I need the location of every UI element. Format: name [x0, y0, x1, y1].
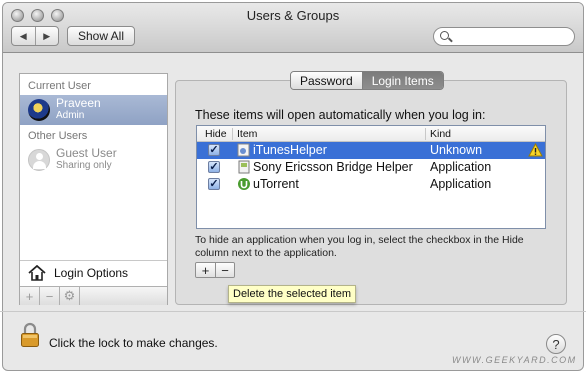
table-row[interactable]: ✓ Sony Ericsson Bridge Helper Applicatio… [197, 159, 545, 176]
add-remove-group: + − [195, 262, 235, 278]
hide-hint-text: To hide an application when you log in, … [195, 234, 524, 259]
house-icon [28, 265, 46, 281]
user-name: Guest User [56, 146, 117, 160]
login-items-table: Hide Item Kind ✓ iTunesHelper Unknown ✓ … [196, 125, 546, 229]
user-name: Praveen [56, 96, 101, 110]
add-user-button[interactable]: + [20, 287, 40, 305]
hide-checkbox[interactable]: ✓ [208, 161, 220, 173]
table-row[interactable]: ✓ uTorrent Application [197, 176, 545, 193]
column-kind[interactable]: Kind [430, 128, 451, 140]
forward-arrow-icon: ▶ [43, 30, 51, 41]
add-login-item-button[interactable]: + [196, 263, 215, 277]
other-users-header: Other Users [28, 130, 88, 142]
itunes-helper-icon [237, 143, 250, 157]
column-hide[interactable]: Hide [205, 128, 227, 140]
search-input[interactable] [454, 30, 569, 43]
table-header: Hide Item Kind [197, 126, 545, 142]
back-forward-group: ◀ ▶ [11, 26, 59, 46]
search-field[interactable] [433, 27, 575, 46]
title-bar: Users & Groups ◀ ▶ Show All [3, 3, 583, 53]
remove-user-button[interactable]: − [40, 287, 60, 305]
guest-avatar-icon [28, 149, 50, 171]
item-name: uTorrent [253, 177, 299, 191]
watermark: WWW.GEEKYARD.COM [452, 355, 577, 365]
avatar [28, 99, 50, 121]
item-name: iTunesHelper [253, 143, 327, 157]
gear-icon[interactable]: ⚙ [60, 287, 80, 305]
column-divider [232, 128, 233, 140]
warning-icon [528, 143, 543, 157]
item-kind: Unknown [430, 143, 483, 157]
footer-divider [0, 311, 586, 312]
show-all-button[interactable]: Show All [67, 26, 135, 46]
sony-ericsson-icon [238, 160, 250, 174]
window-title: Users & Groups [246, 8, 340, 23]
item-kind: Application [430, 160, 492, 174]
column-item[interactable]: Item [237, 128, 257, 140]
lock-label: Click the lock to make changes. [49, 336, 218, 350]
login-items-heading: These items will open automatically when… [195, 108, 486, 122]
back-arrow-icon: ◀ [19, 30, 27, 41]
help-button[interactable]: ? [546, 334, 566, 354]
tab-bar: Password Login Items [290, 71, 444, 90]
hide-checkbox[interactable]: ✓ [208, 144, 220, 156]
hide-checkbox[interactable]: ✓ [208, 178, 220, 190]
item-name: Sony Ericsson Bridge Helper [253, 160, 413, 174]
tab-login-items[interactable]: Login Items [361, 72, 443, 89]
user-status: Sharing only [56, 160, 112, 171]
item-kind: Application [430, 177, 492, 191]
remove-login-item-button[interactable]: − [215, 263, 234, 277]
column-divider [425, 128, 426, 140]
tab-password[interactable]: Password [291, 72, 362, 89]
user-role: Admin [56, 110, 85, 121]
back-button[interactable]: ◀ [12, 27, 35, 45]
login-options-item[interactable]: Login Options [20, 260, 167, 284]
current-user-header: Current User [28, 80, 91, 92]
utorrent-icon [238, 178, 250, 190]
users-sidebar: Current User Praveen Admin Other Users G… [19, 73, 168, 305]
sidebar-button-bar: + − ⚙ [20, 286, 167, 305]
search-icon [440, 31, 449, 40]
user-row-praveen[interactable]: Praveen Admin [20, 95, 167, 125]
login-options-label: Login Options [54, 266, 129, 280]
tooltip: Delete the selected item [228, 285, 357, 303]
table-row[interactable]: ✓ iTunesHelper Unknown [197, 142, 545, 159]
lock-icon[interactable] [20, 322, 40, 348]
forward-button[interactable]: ▶ [34, 27, 59, 45]
user-row-guest[interactable]: Guest User Sharing only [20, 145, 167, 175]
